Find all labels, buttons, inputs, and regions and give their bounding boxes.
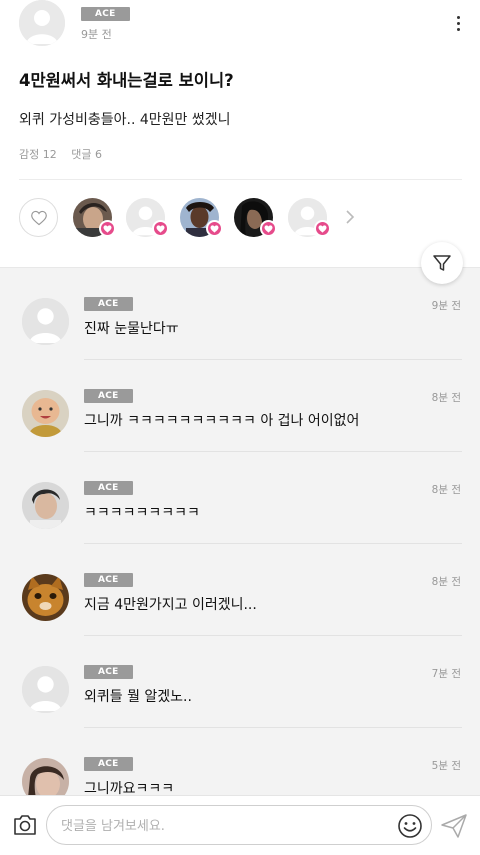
comment-badge: ACE (84, 573, 133, 587)
heart-badge (99, 220, 116, 237)
comment-avatar[interactable] (22, 298, 69, 345)
post-stats: 감정 12 댓글 6 (19, 146, 113, 162)
user-photo-icon (22, 758, 69, 795)
more-dot (456, 21, 460, 25)
comment-avatar[interactable] (22, 574, 69, 621)
divider (19, 179, 462, 180)
comment-input-bar (0, 795, 480, 855)
more-dot (456, 15, 460, 19)
user-photo-icon (22, 482, 69, 529)
heart-outline-icon (30, 210, 47, 225)
comment-text: 그니까 ㅋㅋㅋㅋㅋㅋㅋㅋㅋㅋ 아 겁나 어이없어 (84, 413, 360, 429)
heart-badge (314, 220, 331, 237)
comment-time: 8분 전 (431, 576, 461, 588)
filter-icon (433, 255, 451, 271)
comment-badge: ACE (84, 481, 133, 495)
reactor-avatar[interactable] (234, 198, 277, 237)
reactor-avatar[interactable] (180, 198, 223, 237)
author-badge: ACE (81, 7, 130, 21)
comment-input-wrapper (46, 805, 432, 845)
comment-list: ACE 9분 전 진짜 눈물난다ㅠ ACE 8분 전 그니까 ㅋㅋㅋㅋㅋㅋㅋㅋㅋ… (0, 267, 480, 795)
comment-badge: ACE (84, 665, 133, 679)
comment-text: ㅋㅋㅋㅋㅋㅋㅋㅋㅋ (84, 505, 200, 521)
post-card: ACE 9분 전 4만원써서 화내는걸로 보이니? 외퀴 가성비충들아.. 4만… (0, 0, 480, 267)
comment-item: ACE 8분 전 ㅋㅋㅋㅋㅋㅋㅋㅋㅋ (0, 452, 480, 544)
comment-time: 7분 전 (431, 668, 461, 680)
comment-item: ACE 7분 전 외퀴들 뭘 알겠노.. (0, 636, 480, 728)
default-avatar-icon (22, 666, 69, 713)
author-avatar[interactable] (19, 0, 65, 46)
reactor-avatar[interactable] (126, 198, 169, 237)
heart-icon (210, 224, 219, 233)
camera-icon[interactable] (12, 813, 38, 837)
filter-button[interactable] (421, 242, 463, 284)
post-body: 외퀴 가성비충들아.. 4만원만 썼겠니 (19, 112, 231, 128)
like-count[interactable]: 감정 12 (19, 148, 57, 161)
comment-text: 외퀴들 뭘 알겠노.. (84, 689, 192, 705)
comment-text: 지금 4만원가지고 이러겠니... (84, 597, 257, 613)
default-avatar-icon (19, 0, 65, 46)
comment-avatar[interactable] (22, 666, 69, 713)
heart-badge (260, 220, 277, 237)
comment-time: 5분 전 (431, 760, 461, 772)
send-icon[interactable] (440, 813, 468, 839)
heart-badge (206, 220, 223, 237)
heart-icon (103, 224, 112, 233)
comment-badge: ACE (84, 389, 133, 403)
comment-item: ACE 5분 전 그니까요ㅋㅋㅋ (0, 728, 480, 795)
default-avatar-icon (22, 298, 69, 345)
comment-text: 그니까요ㅋㅋㅋ (84, 781, 175, 795)
comment-time: 9분 전 (431, 300, 461, 312)
comment-item: ACE 8분 전 그니까 ㅋㅋㅋㅋㅋㅋㅋㅋㅋㅋ 아 겁나 어이없어 (0, 360, 480, 452)
heart-badge (152, 220, 169, 237)
heart-icon (318, 224, 327, 233)
heart-icon (156, 224, 165, 233)
comment-text: 진짜 눈물난다ㅠ (84, 321, 179, 337)
comment-time: 8분 전 (431, 392, 461, 404)
post-title: 4만원써서 화내는걸로 보이니? (19, 71, 234, 90)
comment-input[interactable] (61, 815, 391, 837)
more-options-button[interactable] (451, 12, 465, 34)
reactor-avatar[interactable] (73, 198, 116, 237)
reactor-avatar[interactable] (288, 198, 331, 237)
comment-count[interactable]: 댓글 6 (71, 148, 102, 161)
comment-item: ACE 8분 전 지금 4만원가지고 이러겠니... (0, 544, 480, 636)
comment-badge: ACE (84, 757, 133, 771)
heart-icon (264, 224, 273, 233)
like-button[interactable] (19, 198, 58, 237)
post-time: 9분 전 (81, 28, 112, 41)
cartoon-avatar-icon (22, 390, 69, 437)
comment-avatar[interactable] (22, 758, 69, 795)
comment-time: 8분 전 (431, 484, 461, 496)
comment-avatar[interactable] (22, 390, 69, 437)
comment-item: ACE 9분 전 진짜 눈물난다ㅠ (0, 268, 480, 360)
comment-badge: ACE (84, 297, 133, 311)
comment-avatar[interactable] (22, 482, 69, 529)
chevron-right-icon[interactable] (345, 210, 355, 224)
emoji-icon[interactable] (397, 813, 423, 839)
screen: ACE 9분 전 4만원써서 화내는걸로 보이니? 외퀴 가성비충들아.. 4만… (0, 0, 480, 855)
more-dot (456, 27, 460, 31)
cat-photo-icon (22, 574, 69, 621)
